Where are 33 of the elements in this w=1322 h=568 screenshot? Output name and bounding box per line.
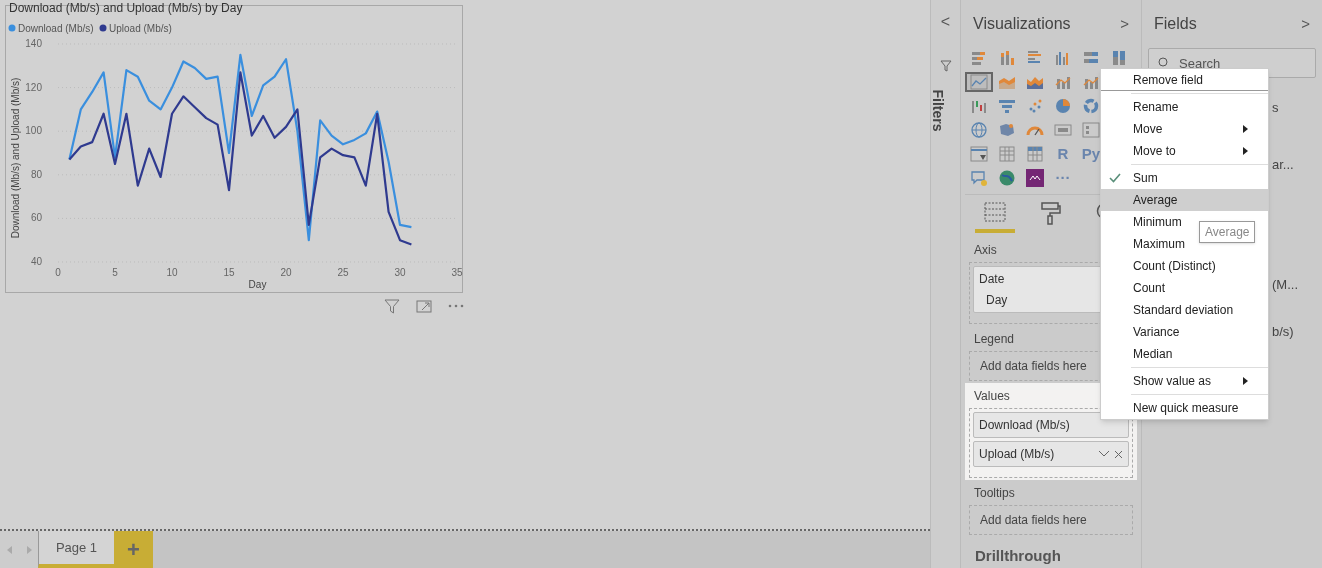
x-tick-label: 35 xyxy=(451,267,463,278)
y-tick-label: 100 xyxy=(25,125,42,137)
y-tick-label: 120 xyxy=(25,81,42,93)
field-label: Upload (Mb/s) xyxy=(979,446,1055,463)
drop-zone-hint: Add data fields here xyxy=(979,358,1088,375)
field-label: Download (Mb/s) xyxy=(979,417,1070,434)
y-tick-label: 40 xyxy=(30,256,42,267)
x-tick-label: 0 xyxy=(55,267,61,278)
x-tick-label: 25 xyxy=(337,267,349,278)
legend-label: Download (Mb/s) xyxy=(18,23,94,34)
field-label: Date xyxy=(979,271,1006,288)
y-tick-label: 60 xyxy=(30,212,42,224)
y-axis-title: Download (Mb/s) and Upload (Mb/s) xyxy=(10,77,21,239)
well-title: Legend xyxy=(973,331,1016,348)
x-tick-label: 5 xyxy=(112,267,118,278)
well-title: Values xyxy=(973,388,1011,405)
field-sublabel: Day xyxy=(985,292,1008,309)
legend-label: Upload (Mb/s) xyxy=(109,23,172,34)
x-tick-label: 30 xyxy=(394,267,406,278)
x-axis-title: Day xyxy=(248,279,267,290)
pane-title: Visualizations xyxy=(973,14,1071,34)
drop-zone-hint: Add data fields here xyxy=(979,512,1088,529)
y-tick-label: 80 xyxy=(30,168,42,180)
well-title: Axis xyxy=(973,242,998,259)
section-heading: Drillthrough xyxy=(974,546,1062,566)
x-tick-label: 15 xyxy=(223,267,235,278)
tooltip: Average xyxy=(1199,221,1256,243)
pane-title: Fields xyxy=(1154,14,1197,34)
y-tick-label: 140 xyxy=(25,38,42,49)
chart-title: Download (Mb/s) and Upload (Mb/s) by Day xyxy=(9,1,243,15)
x-tick-label: 20 xyxy=(280,267,292,278)
x-tick-label: 10 xyxy=(166,267,178,278)
well-title: Tooltips xyxy=(973,485,1016,502)
